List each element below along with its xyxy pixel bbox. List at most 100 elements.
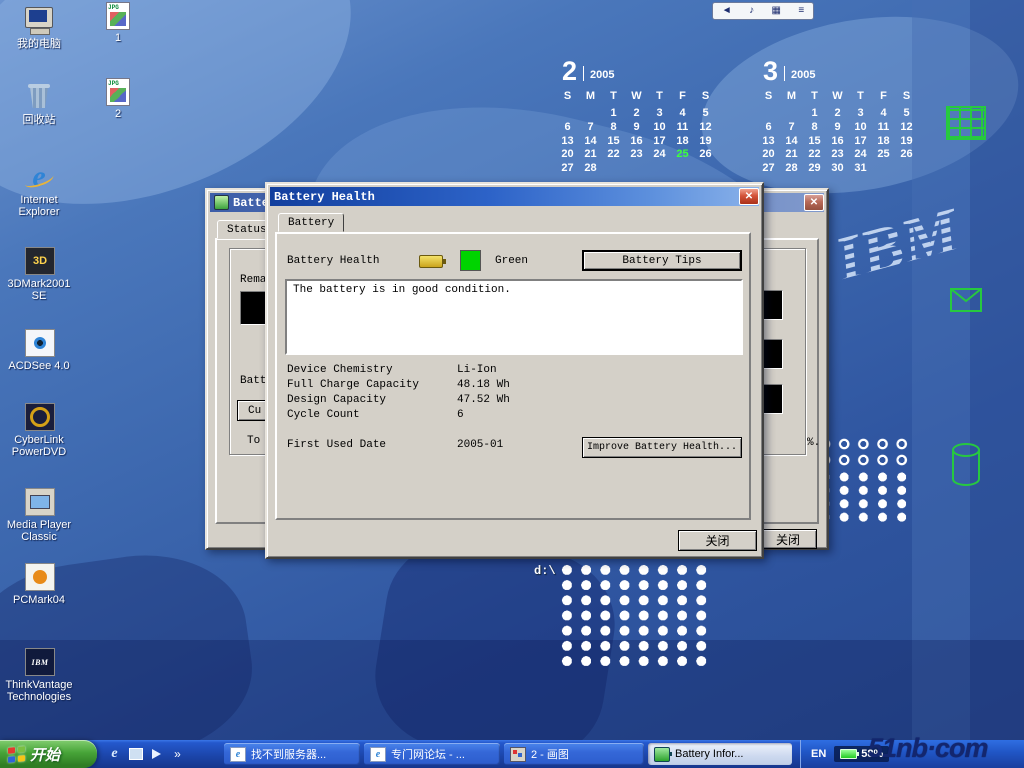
calendar-day: 24 — [648, 147, 671, 161]
task-button-forum[interactable]: e 专门网论坛 - ... — [364, 743, 500, 765]
thinkvantage-icon: IBM — [22, 647, 56, 677]
desktop-icon-label: ThinkVantage Technologies — [3, 679, 75, 703]
desktop-icon-label: 2 — [96, 108, 140, 120]
jpg-tag: JPG — [108, 4, 119, 11]
battery-health-titlebar[interactable]: Battery Health — [270, 187, 759, 206]
quick-launch-bar: e » — [100, 740, 218, 768]
wallpaper-grid-icon — [946, 106, 986, 140]
calendar-day: 10 — [849, 120, 872, 134]
calendar-divider — [583, 66, 584, 81]
start-button[interactable]: 开始 — [0, 740, 97, 768]
task-button-paint[interactable]: 2 - 画图 — [504, 743, 644, 765]
calendar-day: 17 — [648, 134, 671, 148]
calendar-day: 18 — [872, 134, 895, 148]
ie-icon: e — [22, 162, 56, 192]
calendar-weekday: S — [694, 89, 717, 106]
calendar-day: 7 — [579, 120, 602, 134]
start-button-label: 开始 — [30, 744, 60, 765]
field-label: Full Charge Capacity — [287, 379, 419, 391]
calendar-day: 23 — [625, 147, 648, 161]
note-icon[interactable]: ♪ — [749, 4, 754, 18]
calendar-weekday: T — [849, 89, 872, 106]
tab-battery[interactable]: Battery — [278, 213, 344, 232]
calendar-day: 29 — [803, 161, 826, 175]
desktop-icon-pcmark04[interactable]: PCMark04 — [3, 562, 75, 606]
calendar-day: 6 — [556, 120, 579, 134]
desktop-file-1[interactable]: JPG 1 — [96, 2, 140, 44]
desktop-icon-label: ACDSee 4.0 — [3, 360, 75, 372]
language-indicator[interactable]: EN — [811, 748, 826, 760]
grid-icon[interactable]: ▦ — [772, 4, 781, 18]
field-label: Device Chemistry — [287, 364, 393, 376]
calendar-day — [872, 161, 895, 175]
calendar-day: 21 — [780, 147, 803, 161]
calendar-day: 26 — [895, 147, 918, 161]
calendar-day: 25 — [671, 147, 694, 161]
battery-tips-button[interactable]: Battery Tips — [582, 250, 742, 271]
calendar-divider — [784, 66, 785, 81]
toolbar-icon[interactable]: ◄ — [722, 4, 732, 18]
recycle-bin-icon — [22, 82, 56, 112]
calendar-march: 3 2005 SMTWTFS12345678910111213141516171… — [757, 54, 923, 175]
first-used-label: First Used Date — [287, 439, 386, 451]
acdsee-icon — [22, 328, 56, 358]
field-label: Cycle Count — [287, 409, 360, 421]
desktop-icon-label: 我的电脑 — [3, 38, 75, 50]
calendar-day: 24 — [849, 147, 872, 161]
task-button-battery-information[interactable]: Battery Infor... — [648, 743, 792, 765]
calendar-weekday: S — [895, 89, 918, 106]
calendar-grid: SMTWTFS123456789101112131415161718192021… — [556, 89, 722, 175]
media-player-classic-icon — [22, 487, 56, 517]
calendar-day: 19 — [895, 134, 918, 148]
desktop-icon-label: CyberLink PowerDVD — [3, 434, 75, 458]
improve-battery-health-button[interactable]: Improve Battery Health... — [582, 437, 742, 458]
percent-text-fragment: %. — [807, 437, 820, 449]
calendar-day — [625, 161, 648, 175]
close-button[interactable]: 关闭 — [678, 530, 757, 551]
desktop-icon-my-computer[interactable]: 我的电脑 — [3, 6, 75, 50]
calendar-day: 13 — [757, 134, 780, 148]
close-icon[interactable]: ✕ — [739, 188, 759, 205]
quicklaunch-show-desktop-icon[interactable] — [127, 746, 144, 763]
desktop-file-2[interactable]: JPG 2 — [96, 78, 140, 120]
desktop-icon-thinkvantage[interactable]: IBM ThinkVantage Technologies — [3, 647, 75, 703]
quicklaunch-media-player-icon[interactable] — [148, 746, 165, 763]
window-title: Batte — [233, 196, 269, 210]
calendar-day: 7 — [780, 120, 803, 134]
windows-logo-icon — [8, 746, 25, 763]
desktop-icon-powerdvd[interactable]: CyberLink PowerDVD — [3, 402, 75, 458]
calendar-day: 25 — [872, 147, 895, 161]
task-label: 专门网论坛 - ... — [391, 746, 465, 762]
powerdvd-icon — [22, 402, 56, 432]
task-label: 找不到服务器... — [251, 746, 326, 762]
menu-icon[interactable]: ≡ — [798, 4, 804, 18]
calendar-day: 20 — [757, 147, 780, 161]
condition-textbox[interactable]: The battery is in good condition. — [285, 279, 743, 355]
drive-path-label: d:\ — [534, 564, 556, 578]
close-button[interactable]: 关闭 — [759, 529, 817, 549]
wallpaper-dot-grid — [558, 563, 711, 669]
desktop-icon-internet-explorer[interactable]: e Internet Explorer — [3, 162, 75, 218]
desktop-icon-media-player-classic[interactable]: Media Player Classic — [3, 487, 75, 543]
calendar-day — [556, 106, 579, 120]
ibm-logo-text: IBM — [827, 194, 969, 296]
language-bar[interactable]: ◄ ♪ ▦ ≡ — [712, 2, 814, 20]
calendar-day: 14 — [780, 134, 803, 148]
desktop-icon-label: 3DMark2001 SE — [3, 278, 75, 302]
pcmark-icon — [22, 562, 56, 592]
jpg-file-icon: JPG — [106, 2, 130, 30]
chevron-more-icon[interactable]: » — [169, 746, 186, 763]
battery-app-icon — [214, 195, 229, 210]
calendar-day: 10 — [648, 120, 671, 134]
close-icon[interactable]: ✕ — [804, 194, 824, 211]
calendar-day: 31 — [849, 161, 872, 175]
quicklaunch-ie-icon[interactable]: e — [106, 746, 123, 763]
battery-icon — [419, 255, 443, 268]
desktop-icon-acdsee[interactable]: ACDSee 4.0 — [3, 328, 75, 372]
calendar-day — [602, 161, 625, 175]
desktop-icon-3dmark2001[interactable]: 3D 3DMark2001 SE — [3, 246, 75, 302]
task-button-server-not-found[interactable]: e 找不到服务器... — [224, 743, 360, 765]
desktop-icon-recycle-bin[interactable]: 回收站 — [3, 82, 75, 126]
calendar-grid: SMTWTFS123456789101112131415161718192021… — [757, 89, 923, 175]
calendar-weekday: W — [826, 89, 849, 106]
